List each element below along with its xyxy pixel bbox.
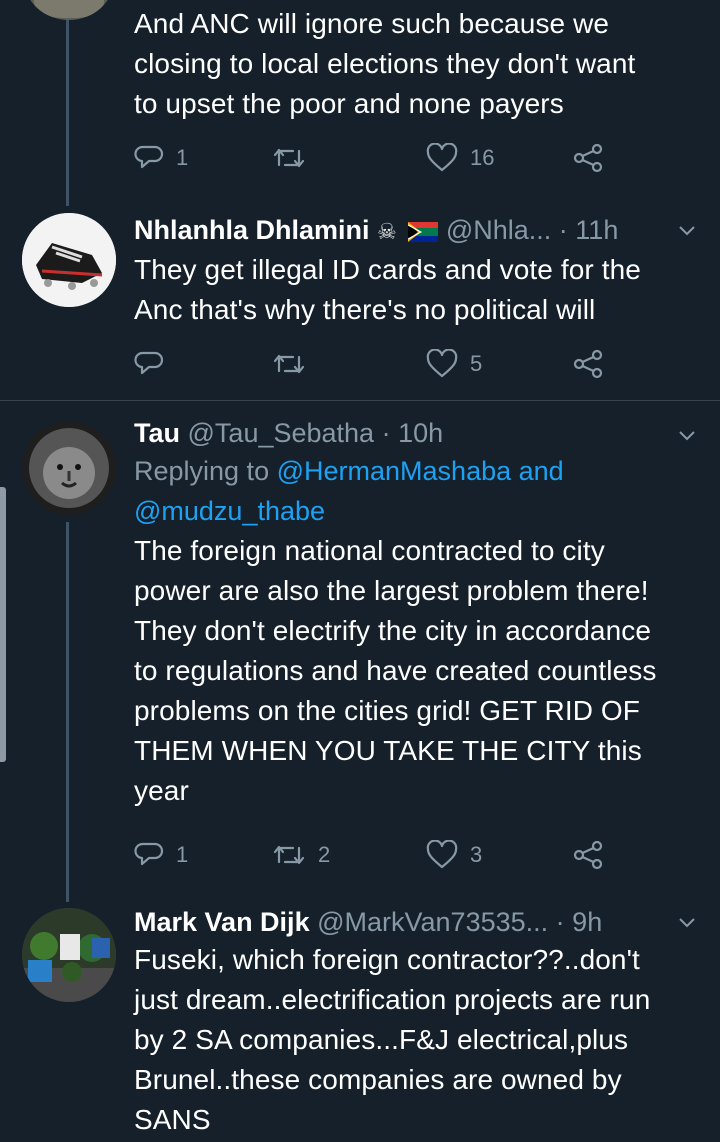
- retweet-button[interactable]: [272, 344, 318, 384]
- tweet-actions: 5: [134, 344, 614, 384]
- tweet-actions: 1 16: [134, 138, 614, 178]
- avatar[interactable]: [22, 421, 116, 515]
- separator: ·: [558, 215, 568, 245]
- handle[interactable]: @Nhla...: [446, 215, 551, 245]
- tweet[interactable]: And ANC will ignore such because we clos…: [0, 0, 720, 200]
- heart-icon: [426, 840, 458, 869]
- timestamp[interactable]: 11h: [575, 215, 618, 245]
- avatar-image: [22, 213, 116, 307]
- avatar-image: [22, 421, 116, 515]
- tweet[interactable]: Nhlanhla Dhlamini ☠ @Nhla... · 11h They …: [0, 200, 720, 400]
- retweet-count: 2: [318, 842, 331, 867]
- timestamp[interactable]: 9h: [572, 907, 602, 937]
- skull-emoji: ☠: [377, 219, 397, 244]
- separator: ·: [555, 907, 565, 937]
- display-name[interactable]: Mark Van Dijk: [134, 907, 310, 937]
- share-button[interactable]: [572, 344, 604, 384]
- replying-to-label: Replying to: [134, 456, 270, 486]
- reply-icon: [134, 351, 164, 375]
- chevron-down-icon[interactable]: [676, 425, 698, 447]
- tweet-text: Fuseki, which foreign contractor??..don'…: [134, 944, 651, 1135]
- share-icon: [573, 349, 603, 379]
- share-icon: [573, 840, 603, 870]
- tweet[interactable]: Mark Van Dijk @MarkVan73535... · 9h Fuse…: [0, 892, 720, 1142]
- avatar[interactable]: [22, 908, 116, 1002]
- mention-link[interactable]: @mudzu_thabe: [134, 496, 325, 526]
- tweet-header: Mark Van Dijk @MarkVan73535... · 9h: [134, 904, 700, 940]
- handle[interactable]: @MarkVan73535...: [317, 907, 548, 937]
- tweet-text: They get illegal ID cards and vote for t…: [134, 254, 641, 325]
- replying-to: Replying to @HermanMashaba and @mudzu_th…: [134, 451, 700, 531]
- share-icon: [573, 143, 603, 173]
- reply-button[interactable]: [134, 344, 176, 384]
- timeline: And ANC will ignore such because we clos…: [0, 0, 720, 1142]
- like-count: 5: [470, 351, 483, 376]
- heart-icon: [426, 349, 458, 378]
- tweet-header: Tau @Tau_Sebatha · 10h: [134, 415, 700, 451]
- avatar-image: [22, 908, 116, 1002]
- like-button[interactable]: 16: [426, 138, 494, 178]
- like-count: 3: [470, 842, 483, 867]
- handle[interactable]: @Tau_Sebatha: [188, 418, 375, 448]
- tweet-text: And ANC will ignore such because we clos…: [134, 8, 636, 119]
- retweet-icon: [273, 845, 305, 865]
- reply-count: 1: [176, 145, 189, 170]
- tweet[interactable]: Tau @Tau_Sebatha · 10h Replying to @Herm…: [0, 401, 720, 891]
- reply-icon: [134, 842, 164, 866]
- like-button[interactable]: 3: [426, 835, 482, 875]
- display-name[interactable]: Nhlanhla Dhlamini: [134, 215, 370, 245]
- mention-link[interactable]: @HermanMashaba: [277, 456, 512, 486]
- reply-count: 1: [176, 842, 189, 867]
- retweet-button[interactable]: [272, 138, 318, 178]
- heart-icon: [426, 143, 458, 172]
- avatar[interactable]: [22, 213, 116, 307]
- south-africa-flag-icon: [408, 221, 439, 242]
- retweet-button[interactable]: 2: [272, 835, 330, 875]
- timestamp[interactable]: 10h: [398, 418, 443, 448]
- reply-button[interactable]: 1: [134, 138, 188, 178]
- scrollbar[interactable]: [0, 487, 6, 762]
- replying-and[interactable]: and: [519, 456, 564, 486]
- share-button[interactable]: [572, 138, 604, 178]
- like-count: 16: [470, 145, 495, 170]
- tweet-text: The foreign national contracted to city …: [134, 535, 657, 806]
- tweet-header: Nhlanhla Dhlamini ☠ @Nhla... · 11h: [134, 212, 700, 250]
- chevron-down-icon[interactable]: [676, 912, 698, 934]
- share-button[interactable]: [572, 835, 604, 875]
- retweet-icon: [273, 354, 305, 374]
- like-button[interactable]: 5: [426, 344, 482, 384]
- chevron-down-icon[interactable]: [676, 220, 698, 242]
- tweet-actions: 1 2 3: [134, 835, 614, 875]
- display-name[interactable]: Tau: [134, 418, 180, 448]
- retweet-icon: [273, 148, 305, 168]
- reply-button[interactable]: 1: [134, 835, 188, 875]
- separator: ·: [381, 418, 391, 448]
- reply-icon: [134, 145, 164, 169]
